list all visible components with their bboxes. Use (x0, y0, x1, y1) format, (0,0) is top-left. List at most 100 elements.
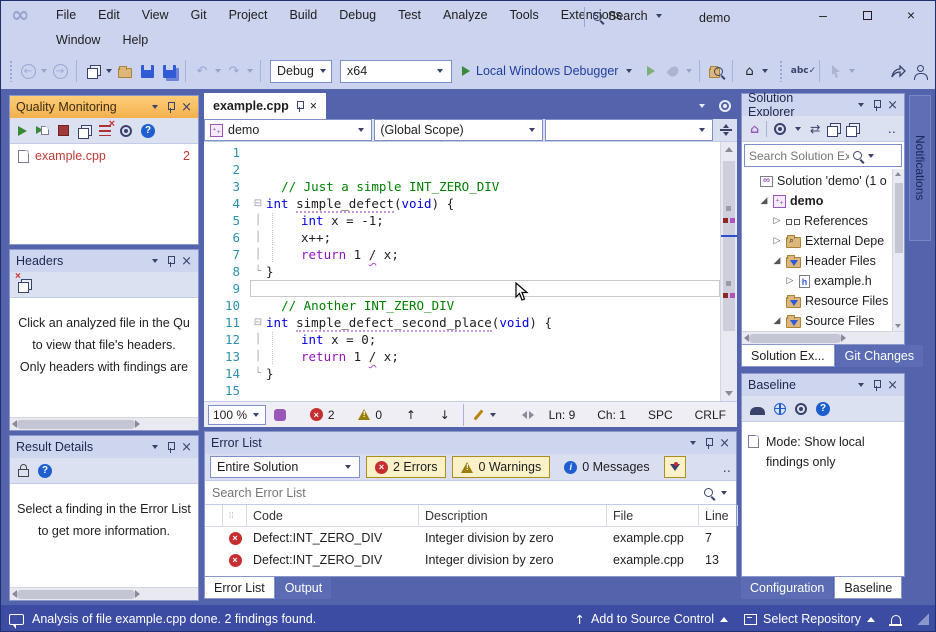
tab-example-cpp[interactable]: example.cpp × (204, 93, 326, 119)
window-position-dropdown-icon[interactable] (152, 445, 158, 449)
baseline-settings-icon[interactable] (795, 403, 807, 415)
toolbar-overflow[interactable]: ‥ (723, 460, 731, 475)
start-without-debugging-button[interactable] (641, 60, 661, 82)
close-button[interactable]: × (889, 1, 933, 29)
editor-errors-indicator[interactable]: × 2 (310, 408, 335, 422)
tab-baseline[interactable]: Baseline (834, 577, 902, 599)
editor-options-gear-icon[interactable] (719, 100, 731, 112)
clear-headers-button[interactable]: × (18, 279, 30, 291)
error-row[interactable]: ×Defect:INT_ZERO_DIVInteger division by … (205, 549, 736, 571)
quality-monitoring-title-bar[interactable]: Quality Monitoring × (10, 96, 198, 118)
help-button[interactable]: ? (816, 402, 830, 416)
tree-item-external-depe[interactable]: ▷External Depe (742, 231, 904, 251)
fold-marker[interactable]: ⊟ (250, 314, 266, 331)
run-all-button[interactable] (36, 126, 49, 135)
redo-dropdown-icon[interactable] (247, 69, 253, 73)
tree-item-solution-demo-1-o[interactable]: ∞Solution 'demo' (1 o (742, 171, 904, 191)
window-position-dropdown-icon[interactable] (858, 103, 864, 107)
code-line[interactable]: 6│x++; (204, 229, 720, 246)
navigate-back-dropdown-icon[interactable] (41, 69, 47, 73)
tree-chevron-icon[interactable]: ▷ (785, 276, 795, 286)
code-line[interactable]: 10 // Another INT_ZERO_DIV (204, 297, 720, 314)
collapse-all-icon[interactable] (827, 123, 839, 135)
tree-item-references[interactable]: ▷References (742, 211, 904, 231)
code-line[interactable]: 8└} (204, 263, 720, 280)
tree-chevron-icon[interactable]: ◢ (772, 256, 782, 266)
search-dropdown-icon[interactable] (721, 491, 727, 495)
close-icon[interactable]: × (887, 98, 898, 113)
window-position-dropdown-icon[interactable] (858, 383, 864, 387)
error-list-search[interactable] (205, 481, 736, 505)
code-line[interactable]: 14└} (204, 365, 720, 382)
tree-item-demo[interactable]: ◢⁺₊demo (742, 191, 904, 211)
menu-git[interactable]: Git (180, 5, 218, 25)
error-list-title-bar[interactable]: Error List × (205, 432, 736, 454)
intellicode-button[interactable] (826, 60, 846, 82)
headers-horizontal-scrollbar[interactable] (10, 417, 198, 430)
undo-dropdown-icon[interactable] (215, 69, 221, 73)
pending-changes-filter-icon[interactable] (774, 123, 786, 135)
analyzed-file-row[interactable]: example.cpp 2 (10, 144, 198, 168)
open-file-button[interactable] (115, 60, 135, 82)
code-column-header[interactable]: Code (247, 505, 419, 526)
globe-icon[interactable] (774, 403, 786, 415)
select-repository-button[interactable]: Select Repository (744, 612, 875, 626)
code-line[interactable]: 11⊟int simple_defect_second_place(void) … (204, 314, 720, 331)
result-details-horizontal-scrollbar[interactable] (10, 587, 198, 600)
tree-item-resource-files[interactable]: Resource Files (742, 291, 904, 311)
tree-item-example-h[interactable]: ▷hexample.h (742, 271, 904, 291)
menu-test[interactable]: Test (387, 5, 432, 25)
scrollbar-thumb[interactable] (723, 161, 735, 331)
pin-icon[interactable] (167, 256, 174, 267)
tree-chevron-icon[interactable]: ◢ (772, 316, 782, 326)
zoom-select[interactable]: 100 % (208, 405, 266, 425)
undo-button[interactable]: ↶ (192, 60, 212, 82)
minimize-button[interactable]: – (801, 1, 845, 29)
solution-explorer-search[interactable] (744, 144, 902, 167)
editor-vertical-scrollbar[interactable] (720, 142, 737, 401)
clear-findings-button[interactable] (99, 125, 111, 136)
error-scope-select[interactable]: Entire Solution (210, 456, 360, 478)
menu-tools[interactable]: Tools (499, 5, 550, 25)
code-line[interactable]: 15 (204, 382, 720, 399)
space-indicator[interactable]: SPC (641, 408, 680, 422)
result-details-title-bar[interactable]: Result Details × (10, 436, 198, 458)
redo-button[interactable]: ↷ (224, 60, 244, 82)
tree-item-header-files[interactable]: ◢Header Files (742, 251, 904, 271)
spell-checker-button[interactable]: abc✓ (793, 60, 813, 82)
hot-reload-button[interactable] (663, 60, 683, 82)
code-area[interactable]: 123 // Just a simple INT_ZERO_DIV4⊟int s… (204, 144, 720, 399)
window-position-dropdown-icon[interactable] (152, 105, 158, 109)
code-editor[interactable]: 123 // Just a simple INT_ZERO_DIV4⊟int s… (204, 142, 737, 401)
menu-view[interactable]: View (131, 5, 180, 25)
analysis-settings-button[interactable] (120, 125, 132, 137)
editor-warnings-indicator[interactable]: 0 (358, 408, 382, 422)
menu-help[interactable]: Help (111, 30, 159, 50)
icon-column-header[interactable]: ⁞⁞ (223, 505, 247, 526)
severity-column-header[interactable] (205, 505, 223, 526)
pin-icon[interactable] (167, 442, 174, 453)
cloud-sync-icon[interactable] (750, 407, 765, 415)
search-dropdown-icon[interactable] (868, 154, 874, 158)
duplicate-findings-button[interactable] (78, 125, 90, 137)
tree-chevron-icon[interactable]: ◢ (759, 196, 769, 206)
find-in-files-button[interactable] (706, 60, 726, 82)
tree-chevron-icon[interactable]: ▷ (772, 216, 782, 226)
menu-analyze[interactable]: Analyze (432, 5, 498, 25)
solution-platform-select[interactable]: x64 (340, 60, 452, 83)
new-project-dropdown-icon[interactable] (106, 69, 112, 73)
solution-configuration-select[interactable]: Debug (270, 60, 332, 83)
baseline-title-bar[interactable]: Baseline × (742, 374, 904, 396)
window-position-dropdown-icon[interactable] (690, 441, 696, 445)
window-position-dropdown-icon[interactable] (152, 259, 158, 263)
member-select[interactable] (545, 119, 713, 141)
new-project-button[interactable] (83, 60, 103, 82)
pane-navigation[interactable] (522, 411, 534, 419)
code-line[interactable]: 1 (204, 144, 720, 161)
code-cleanup-icon[interactable] (473, 409, 483, 420)
notifications-tab[interactable]: Notifications (909, 95, 931, 241)
code-line[interactable]: 12│int x = 0; (204, 331, 720, 348)
pin-icon[interactable] (873, 100, 880, 111)
description-column-header[interactable]: Description (419, 505, 607, 526)
close-icon[interactable]: × (719, 436, 730, 451)
